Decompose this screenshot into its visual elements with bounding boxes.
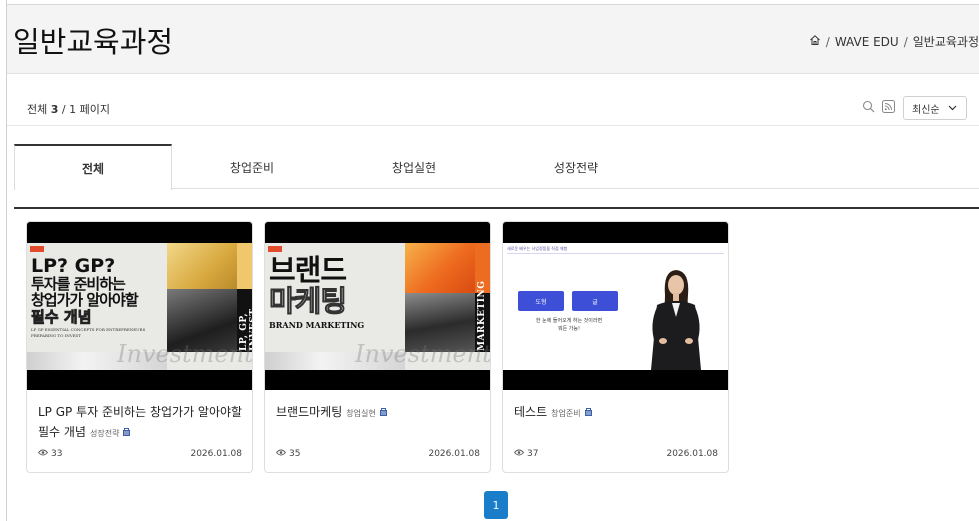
thumb-subtitle: BRAND MARKETING	[269, 320, 365, 330]
tab-startup-prep[interactable]: 창업준비	[192, 144, 312, 190]
sort-select[interactable]: 최신순	[903, 96, 967, 120]
thumb-headline-2: 투자를 준비하는	[31, 275, 126, 293]
count-prefix: 전체	[27, 103, 51, 116]
tool-icons	[862, 98, 895, 117]
card-date: 2026.01.08	[190, 449, 242, 459]
card-category: 창업실현	[346, 409, 376, 418]
page-title: 일반교육과정	[13, 25, 174, 59]
card-title[interactable]: 브랜드마케팅 창업실현	[276, 402, 481, 424]
thumb-headline-4: 필수 개념	[31, 308, 92, 326]
page-header: 일반교육과정 / WAVE EDU / 일반교육과정	[7, 5, 979, 74]
frame-left-border	[6, 0, 7, 521]
card-title[interactable]: 테스트 창업준비	[514, 402, 719, 424]
category-tabs: 전체 창업준비 창업실현 성장전략	[14, 144, 979, 190]
course-card[interactable]: 새로운 배우는 사업정품을 직접 체험 도형 글 한 눈에 들어오게 하는 것이…	[502, 221, 729, 473]
coins-photo	[167, 243, 237, 289]
home-icon[interactable]	[809, 34, 821, 49]
thumb-script: Investment	[117, 340, 252, 368]
count-suffix: / 1 페이지	[58, 103, 110, 116]
document-icon	[122, 423, 131, 443]
eye-icon	[37, 449, 49, 459]
orange-shapes-photo	[405, 243, 475, 293]
presenter-figure	[643, 265, 709, 370]
thumb-button-shape: 도형	[518, 291, 564, 311]
thumbnail-artwork: 새로운 배우는 사업정품을 직접 체험 도형 글 한 눈에 들어오게 하는 것이…	[503, 243, 728, 370]
thumb-caption-1: 한 눈에 들어오게 하는 것이라면	[535, 318, 603, 324]
thumb-caption-2: 뭐든 가능!	[558, 326, 580, 332]
document-icon	[379, 403, 388, 423]
card-category: 성장전략	[89, 429, 120, 438]
thumb-header-line	[507, 253, 724, 254]
photo-strip	[237, 243, 252, 289]
card-title-text[interactable]: 테스트	[514, 405, 547, 419]
course-card[interactable]: LP? GP? 투자를 준비하는 창업가가 알아야할 필수 개념 LP GP E…	[26, 221, 253, 473]
rss-icon[interactable]	[882, 98, 895, 117]
view-count-value: 33	[51, 449, 63, 459]
view-count-value: 35	[289, 449, 301, 459]
thumb-header: 새로운 배우는 사업정품을 직접 체험	[507, 246, 568, 251]
breadcrumb-separator: /	[825, 34, 830, 49]
list-toolbar: 전체 3 / 1 페이지 최신순	[7, 86, 979, 126]
thumbnail-artwork: LP? GP? 투자를 준비하는 창업가가 알아야할 필수 개념 LP GP E…	[27, 243, 252, 370]
thumb-subtitle-2: PREPARING TO INVEST	[31, 333, 81, 338]
eye-icon	[513, 449, 525, 459]
brand-logo-icon	[30, 246, 44, 252]
course-thumbnail[interactable]: 브랜드 마케팅 BRAND MARKETING MARKETING Invest…	[265, 222, 490, 390]
tab-startup-launch[interactable]: 창업실현	[354, 144, 474, 190]
breadcrumb-separator: /	[903, 34, 908, 49]
thumbnail-artwork: 브랜드 마케팅 BRAND MARKETING MARKETING Invest…	[265, 243, 490, 370]
eye-icon	[275, 449, 287, 459]
thumb-script: Investment	[355, 340, 490, 368]
tab-all[interactable]: 전체	[14, 144, 172, 190]
sort-label: 최신순	[912, 104, 940, 116]
list-divider	[14, 207, 979, 209]
brand-logo-icon	[268, 246, 282, 252]
card-title-text[interactable]: LP GP 투자 준비하는 창업가가 알아야할 필수 개념	[38, 405, 242, 439]
pagination-page-1[interactable]: 1	[484, 491, 508, 519]
chevron-down-icon	[948, 103, 957, 114]
thumb-headline-3: 창업가가 알아야할	[31, 291, 139, 309]
thumb-headline-1: 브랜드	[269, 253, 347, 287]
card-date: 2026.01.08	[666, 449, 718, 459]
course-thumbnail[interactable]: LP? GP? 투자를 준비하는 창업가가 알아야할 필수 개념 LP GP E…	[27, 222, 252, 390]
breadcrumb-item-current[interactable]: 일반교육과정	[913, 33, 979, 50]
view-count: 35	[275, 449, 301, 459]
breadcrumb: / WAVE EDU / 일반교육과정	[809, 33, 979, 50]
thumb-button-text: 글	[572, 291, 618, 311]
tab-growth-strategy[interactable]: 성장전략	[516, 144, 636, 190]
thumb-headline-1: LP? GP?	[31, 255, 116, 277]
view-count: 37	[513, 449, 539, 459]
card-date: 2026.01.08	[428, 449, 480, 459]
course-card[interactable]: 브랜드 마케팅 BRAND MARKETING MARKETING Invest…	[264, 221, 491, 473]
thumb-headline-2: 마케팅	[268, 284, 347, 318]
post-count: 전체 3 / 1 페이지	[27, 101, 110, 117]
document-icon	[584, 403, 593, 423]
thumb-subtitle: LP GP ESSENTIAL CONCEPTS FOR ENTREPRENEU…	[31, 327, 146, 332]
card-title[interactable]: LP GP 투자 준비하는 창업가가 알아야할 필수 개념 성장전략	[38, 402, 243, 444]
breadcrumb-item-wave-edu[interactable]: WAVE EDU	[835, 35, 899, 49]
view-count: 33	[37, 449, 63, 459]
view-count-value: 37	[527, 449, 539, 459]
course-thumbnail[interactable]: 새로운 배우는 사업정품을 직접 체험 도형 글 한 눈에 들어오게 하는 것이…	[503, 222, 728, 390]
search-icon[interactable]	[862, 98, 875, 117]
card-category: 창업준비	[551, 409, 581, 418]
card-title-text[interactable]: 브랜드마케팅	[276, 405, 342, 419]
